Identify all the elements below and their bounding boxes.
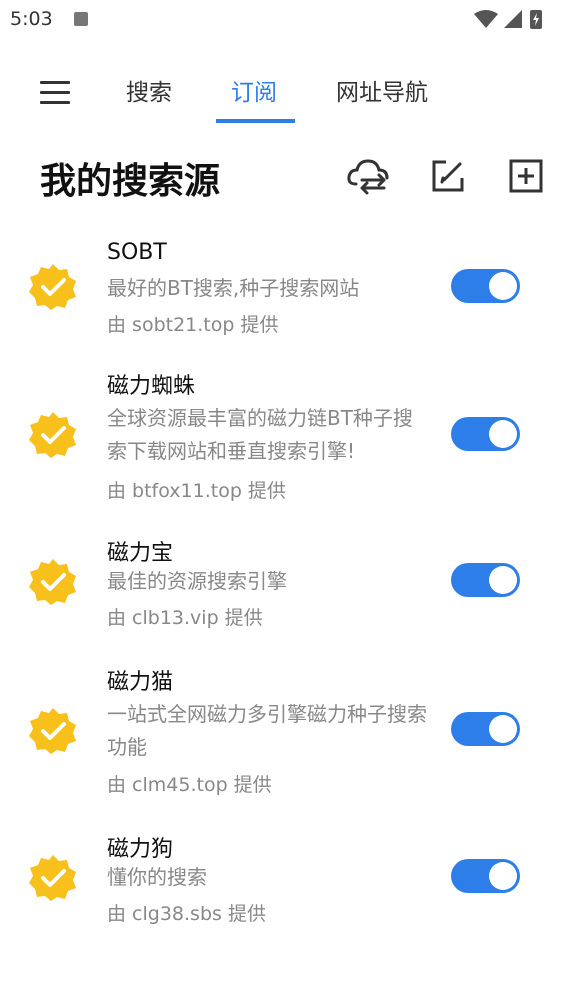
verified-badge-icon	[29, 708, 76, 754]
list-item[interactable]: SOBT 最好的BT搜索,种子搜索网站 由 sobt21.top 提供	[0, 230, 564, 345]
edit-icon[interactable]	[426, 154, 470, 198]
list-item[interactable]: 磁力狗 懂你的搜索 由 clg38.sbs 提供	[0, 825, 564, 940]
page-header: 我的搜索源	[0, 140, 564, 220]
list-item[interactable]: 磁力蜘蛛 全球资源最丰富的磁力链BT种子搜索下载网站和垂直搜索引擎! 由 btf…	[0, 362, 564, 502]
add-box-icon[interactable]	[504, 154, 548, 198]
source-description: 全球资源最丰富的磁力链BT种子搜索下载网站和垂直搜索引擎!	[107, 406, 413, 463]
list-item[interactable]: 磁力宝 最佳的资源搜索引擎 由 clb13.vip 提供	[0, 525, 564, 640]
enable-toggle[interactable]	[451, 563, 520, 597]
tab-subscribe[interactable]: 订阅	[231, 73, 277, 107]
source-provider: 由 sobt21.top 提供	[107, 314, 279, 336]
signal-icon	[504, 10, 522, 28]
enable-toggle[interactable]	[451, 712, 520, 746]
status-time: 5:03	[10, 8, 53, 30]
verified-badge-icon	[29, 264, 76, 310]
status-icons	[474, 10, 542, 29]
tab-search[interactable]: 搜索	[126, 73, 172, 107]
source-name: 磁力宝	[107, 541, 174, 566]
source-name: 磁力狗	[107, 837, 174, 862]
tab-site-nav[interactable]: 网址导航	[336, 73, 428, 107]
source-provider: 由 btfox11.top 提供	[107, 480, 286, 502]
source-name: 磁力猫	[107, 670, 174, 695]
app-bar: 搜索 订阅 网址导航	[0, 55, 564, 127]
source-description: 最好的BT搜索,种子搜索网站	[107, 276, 360, 300]
source-description: 最佳的资源搜索引擎	[107, 569, 287, 593]
wifi-icon	[474, 10, 498, 28]
source-name: SOBT	[107, 240, 167, 265]
status-bar: 5:03	[0, 0, 564, 40]
verified-badge-icon	[29, 855, 76, 901]
source-description: 懂你的搜索	[107, 865, 207, 889]
source-description: 一站式全网磁力多引擎磁力种子搜索功能	[107, 702, 427, 759]
enable-toggle[interactable]	[451, 417, 520, 451]
source-provider: 由 clb13.vip 提供	[107, 607, 263, 629]
menu-icon[interactable]	[34, 77, 76, 107]
enable-toggle[interactable]	[451, 859, 520, 893]
source-name: 磁力蜘蛛	[107, 374, 196, 399]
page-title: 我的搜索源	[40, 161, 221, 202]
verified-badge-icon	[29, 412, 76, 458]
source-provider: 由 clm45.top 提供	[107, 774, 272, 796]
cloud-sync-icon[interactable]	[346, 154, 390, 198]
notification-icon	[74, 12, 88, 26]
list-item[interactable]: 磁力猫 一站式全网磁力多引擎磁力种子搜索功能 由 clm45.top 提供	[0, 658, 564, 798]
active-tab-indicator	[216, 119, 295, 123]
verified-badge-icon	[29, 559, 76, 605]
source-provider: 由 clg38.sbs 提供	[107, 903, 266, 925]
enable-toggle[interactable]	[451, 269, 520, 303]
